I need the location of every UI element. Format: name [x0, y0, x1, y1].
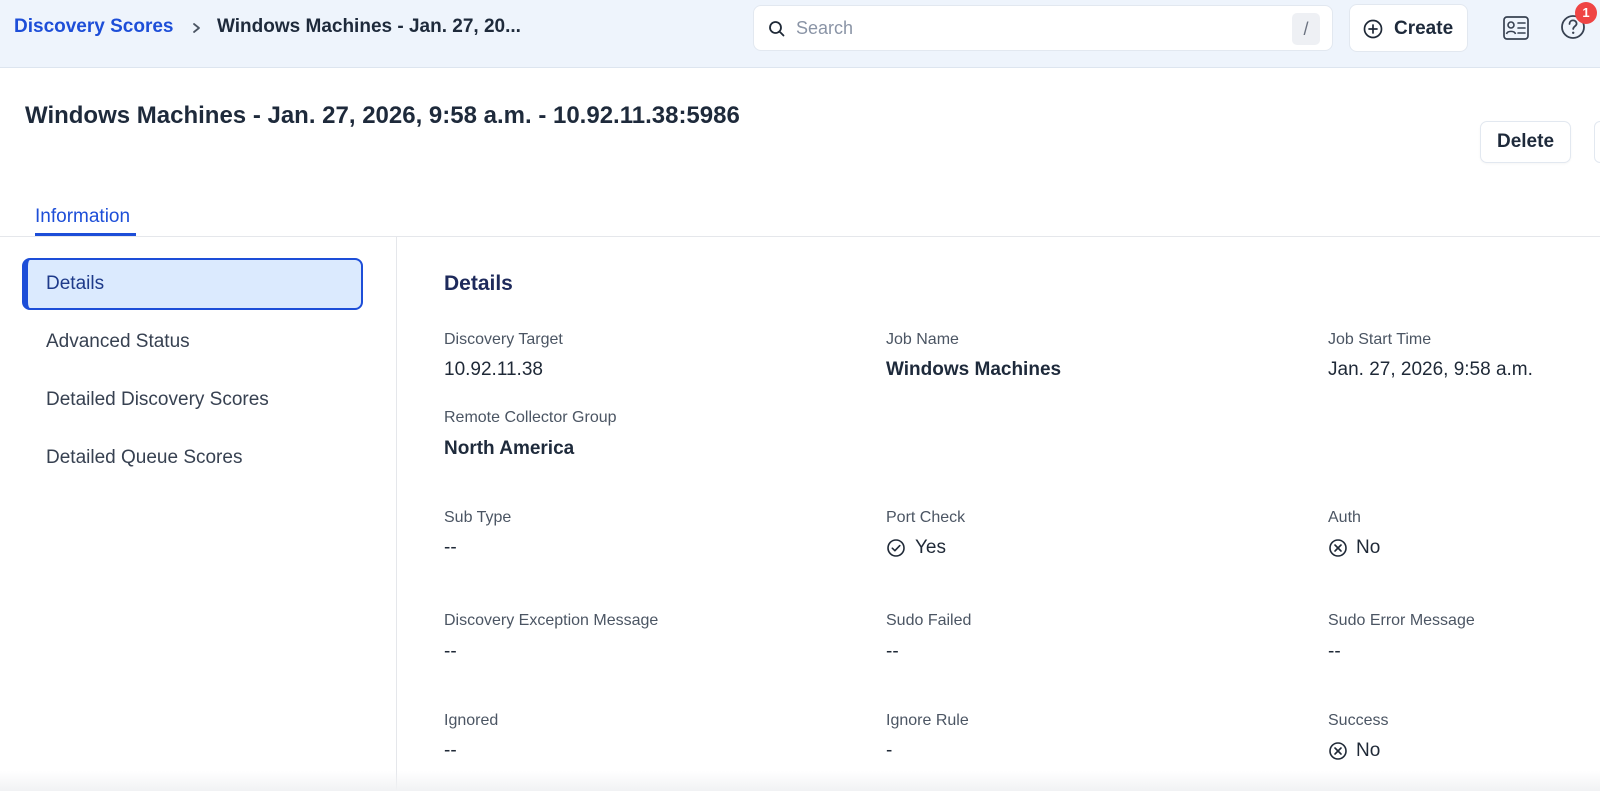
sidebar-item-detailed-queue-scores[interactable]: Detailed Queue Scores	[46, 447, 242, 469]
job-name-value[interactable]: Windows Machines	[886, 359, 1061, 381]
search-box[interactable]: /	[753, 5, 1333, 51]
search-input[interactable]	[796, 13, 1256, 43]
job-start-time-value: Jan. 27, 2026, 9:58 a.m.	[1328, 359, 1533, 380]
auth-label: Auth	[1328, 509, 1361, 526]
plus-circle-icon	[1363, 19, 1383, 39]
more-actions-button[interactable]	[1594, 121, 1600, 163]
remote-collector-group-label: Remote Collector Group	[444, 409, 617, 426]
page-title: Windows Machines - Jan. 27, 2026, 9:58 a…	[25, 102, 740, 129]
breadcrumb-discovery-scores-link[interactable]: Discovery Scores	[14, 16, 174, 38]
bottom-fade	[0, 771, 1600, 791]
tab-information[interactable]: Information	[35, 206, 130, 228]
discovery-exception-message-value: --	[444, 641, 457, 662]
search-shortcut-key: /	[1292, 13, 1320, 45]
search-icon	[769, 21, 785, 37]
auth-value: No	[1356, 537, 1381, 558]
sudo-error-message-label: Sudo Error Message	[1328, 612, 1475, 629]
sub-type-value: --	[444, 537, 457, 558]
ignored-label: Ignored	[444, 712, 499, 729]
sidebar-item-details-label[interactable]: Details	[46, 273, 104, 295]
discovery-exception-message-label: Discovery Exception Message	[444, 612, 659, 629]
top-bar: Discovery Scores Windows Machines - Jan.…	[0, 0, 1600, 68]
sidebar-item-detailed-discovery-scores[interactable]: Detailed Discovery Scores	[46, 389, 269, 411]
sub-type-label: Sub Type	[444, 509, 512, 526]
sudo-failed-label: Sudo Failed	[886, 612, 972, 629]
sudo-failed-value: --	[886, 641, 899, 662]
contact-list-icon[interactable]	[1501, 13, 1531, 43]
chevron-right-icon	[193, 23, 200, 33]
success-label: Success	[1328, 712, 1389, 729]
remote-collector-group-value[interactable]: North America	[444, 438, 574, 460]
success-value: No	[1356, 740, 1381, 761]
create-button-label: Create	[1394, 18, 1454, 39]
discovery-target-label: Discovery Target	[444, 331, 563, 348]
delete-button[interactable]: Delete	[1480, 121, 1571, 163]
job-name-label: Job Name	[886, 331, 959, 348]
x-circle-icon	[1329, 742, 1347, 760]
discovery-target-value: 10.92.11.38	[444, 359, 543, 380]
sidebar-divider	[396, 237, 397, 791]
ignore-rule-value: -	[886, 740, 893, 761]
tabs-divider	[0, 236, 1600, 237]
port-check-label: Port Check	[886, 509, 966, 526]
job-start-time-label: Job Start Time	[1328, 331, 1432, 348]
create-button[interactable]: Create	[1349, 4, 1468, 52]
breadcrumb-current: Windows Machines - Jan. 27, 20...	[217, 16, 521, 37]
notification-badge: 1	[1575, 2, 1597, 24]
ignored-value: --	[444, 740, 457, 761]
port-check-value: Yes	[915, 537, 946, 558]
sudo-error-message-value: --	[1328, 641, 1341, 662]
check-circle-icon	[887, 539, 905, 557]
sidebar-item-advanced-status[interactable]: Advanced Status	[46, 331, 190, 353]
ignore-rule-label: Ignore Rule	[886, 712, 969, 729]
details-section-title: Details	[444, 272, 513, 295]
x-circle-icon	[1329, 539, 1347, 557]
